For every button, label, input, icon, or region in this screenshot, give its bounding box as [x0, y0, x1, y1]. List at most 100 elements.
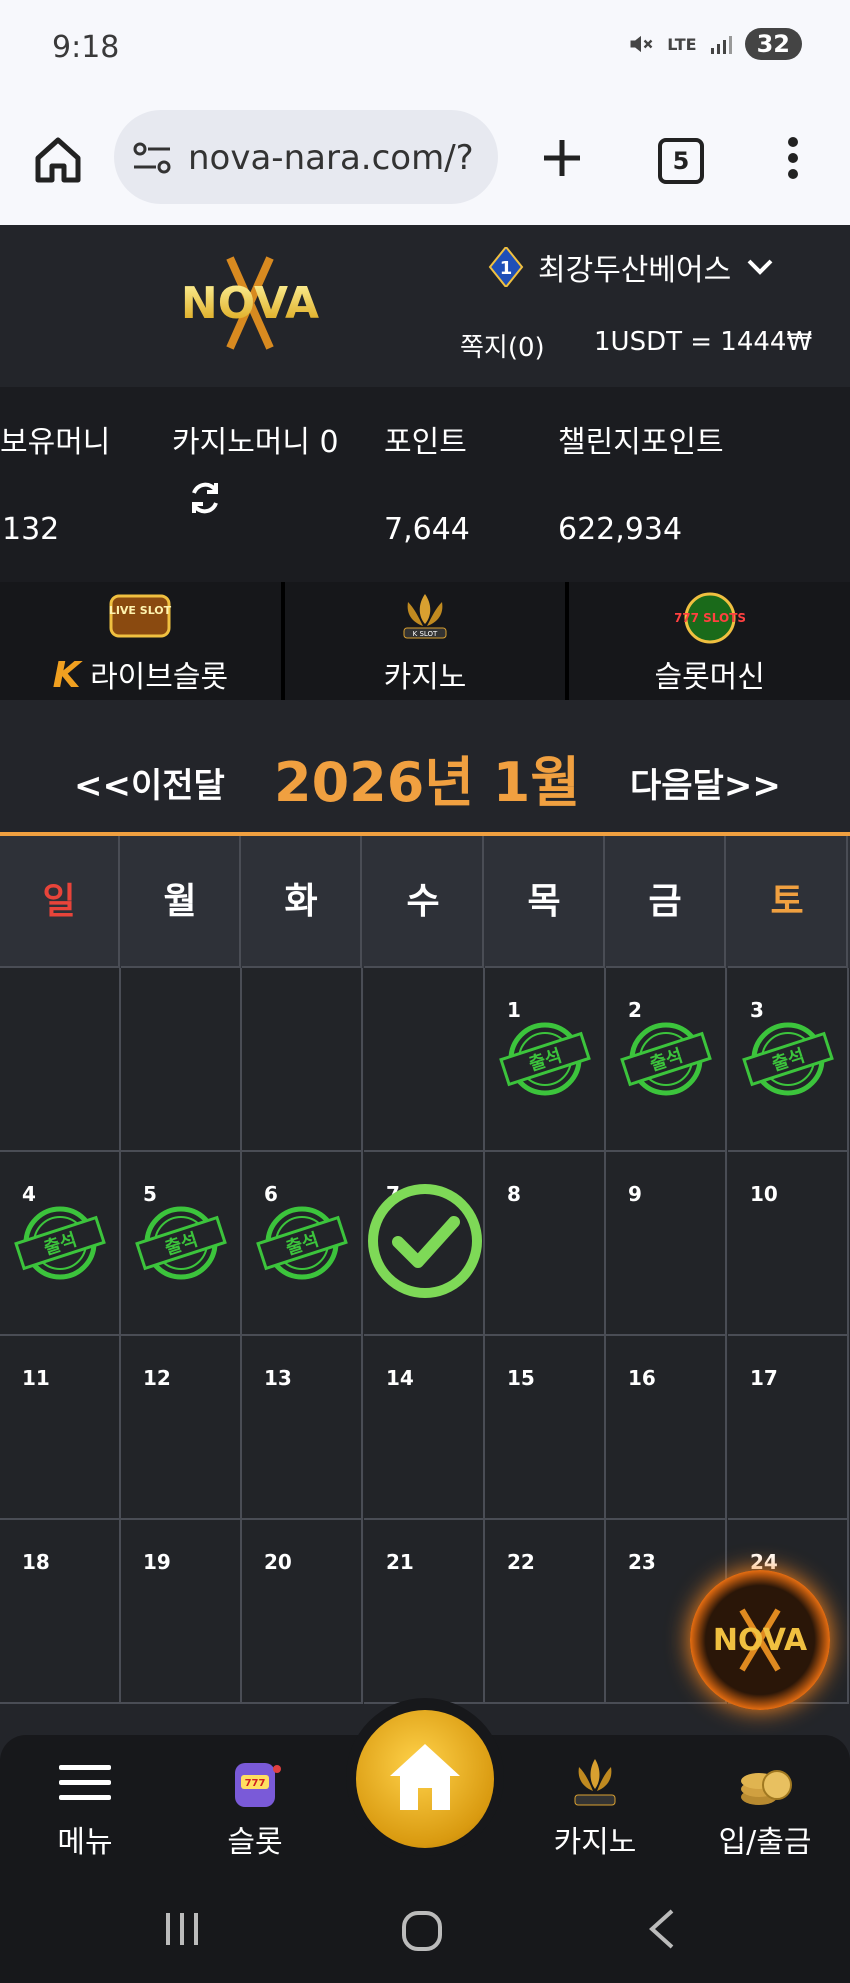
android-home-icon[interactable] — [398, 1907, 446, 1955]
calendar-day-cell[interactable]: 11 — [0, 1336, 121, 1520]
challenge-points-label: 챌린지포인트 — [558, 425, 724, 460]
tab-switcher-button[interactable]: 5 — [658, 138, 704, 184]
weekday-fri: 금 — [606, 836, 726, 968]
weekday-sun: 일 — [0, 836, 120, 968]
k-mark-icon: K — [52, 655, 81, 696]
calendar-day-cell[interactable]: 13 — [242, 1336, 363, 1520]
network-label: LTE — [667, 34, 697, 54]
live-slot-icon: LIVE SLOT — [109, 594, 172, 638]
calendar-empty-cell — [0, 968, 121, 1152]
attendance-stamp-icon: 출석 — [620, 1022, 712, 1096]
weekday-tue: 화 — [242, 836, 362, 968]
nav-slot-label: 슬롯 — [227, 1825, 283, 1860]
attendance-stamp-icon: 출석 — [14, 1206, 106, 1280]
svg-text:LIVE SLOT: LIVE SLOT — [109, 604, 172, 617]
calendar-day-cell[interactable]: 14 — [364, 1336, 485, 1520]
calendar-day-cell[interactable]: 5 출석 — [121, 1152, 242, 1336]
day-number: 8 — [507, 1182, 521, 1206]
slots-777-icon: 777 SLOTS — [675, 592, 745, 644]
nav-menu[interactable]: 메뉴 — [0, 1735, 170, 1875]
day-number: 15 — [507, 1366, 535, 1390]
tab-casino[interactable]: K SLOT 카지노 — [285, 582, 570, 700]
calendar-day-cell[interactable]: 9 — [606, 1152, 727, 1336]
back-icon[interactable] — [642, 1907, 682, 1951]
messages-link[interactable]: 쪽지(0) — [460, 327, 545, 364]
day-number: 18 — [22, 1550, 50, 1574]
casino-label: 카지노 — [383, 660, 467, 695]
nav-deposit-withdraw[interactable]: 입/출금 — [680, 1735, 850, 1875]
more-options-icon[interactable] — [776, 128, 810, 188]
weekday-sat: 토 — [728, 836, 848, 968]
address-bar[interactable]: nova-nara.com/? — [114, 110, 498, 204]
month-navigation: <<이전달 2026년 1월 다음달>> — [0, 700, 850, 836]
calendar-empty-cell — [121, 968, 242, 1152]
nav-home-button[interactable] — [356, 1710, 494, 1848]
weekday-header: 일 월 화 수 목 금 토 — [0, 836, 850, 968]
nav-casino-label: 카지노 — [553, 1825, 637, 1860]
holding-money-value: 132 — [2, 512, 60, 547]
tab-slot-machine[interactable]: 777 SLOTS 슬롯머신 — [569, 582, 850, 700]
calendar-day-cell[interactable]: 6 출석 — [242, 1152, 363, 1336]
nav-casino[interactable]: 카지노 — [510, 1735, 680, 1875]
tab-live-slot[interactable]: LIVE SLOT K 라이브슬롯 — [0, 582, 285, 700]
browser-home-icon[interactable] — [28, 130, 88, 190]
status-time: 9:18 — [52, 30, 120, 65]
calendar-day-cell[interactable]: 20 — [242, 1520, 363, 1704]
coins-icon — [741, 1770, 792, 1805]
url-text[interactable]: nova-nara.com/? — [188, 138, 474, 178]
svg-text:K SLOT: K SLOT — [413, 630, 438, 638]
calendar-day-cell[interactable]: 7 — [364, 1152, 485, 1336]
floating-nova-button[interactable]: NOVA — [690, 1570, 830, 1710]
calendar-day-cell[interactable]: 2 출석 — [606, 968, 727, 1152]
recent-apps-icon[interactable] — [160, 1907, 204, 1951]
day-number: 21 — [386, 1550, 414, 1574]
attendance-stamp-icon: 출석 — [135, 1206, 227, 1280]
calendar-day-cell[interactable]: 3 출석 — [728, 968, 849, 1152]
calendar-day-cell[interactable]: 21 — [364, 1520, 485, 1704]
day-number: 13 — [264, 1366, 292, 1390]
logo-text: NOVA — [181, 278, 319, 329]
day-number: 3 — [750, 998, 764, 1022]
day-number: 14 — [386, 1366, 414, 1390]
attendance-stamp-icon: 출석 — [742, 1022, 834, 1096]
calendar-day-cell[interactable]: 18 — [0, 1520, 121, 1704]
next-month-button[interactable]: 다음달>> — [630, 758, 781, 807]
calendar-day-cell[interactable]: 19 — [121, 1520, 242, 1704]
new-tab-icon[interactable] — [532, 128, 592, 188]
calendar-day-cell[interactable]: 4 출석 — [0, 1152, 121, 1336]
current-month: 2026년 1월 — [274, 751, 581, 814]
day-number: 23 — [628, 1550, 656, 1574]
nav-slot[interactable]: 777 슬롯 — [170, 1735, 340, 1875]
svg-text:1: 1 — [500, 258, 513, 279]
calendar-day-cell[interactable]: 12 — [121, 1336, 242, 1520]
refresh-icon[interactable] — [186, 479, 224, 517]
site-settings-icon[interactable] — [132, 140, 172, 176]
username[interactable]: 최강두산베어스 — [538, 245, 731, 289]
user-dropdown[interactable]: 1 최강두산베어스 — [488, 245, 775, 289]
home-icon — [390, 1744, 460, 1810]
nav-menu-label: 메뉴 — [57, 1825, 113, 1860]
svg-text:777 SLOTS: 777 SLOTS — [675, 611, 745, 625]
chevron-down-icon[interactable] — [745, 257, 775, 277]
calendar-day-cell[interactable]: 17 — [728, 1336, 849, 1520]
calendar-day-cell[interactable]: 8 — [485, 1152, 606, 1336]
calendar-day-cell[interactable]: 15 — [485, 1336, 606, 1520]
slot-machine-label: 슬롯머신 — [654, 660, 765, 695]
challenge-points-value: 622,934 — [558, 512, 683, 547]
casino-lotus-icon: K SLOT — [403, 594, 447, 639]
game-category-tabs: LIVE SLOT K 라이브슬롯 K SLOT 카지노 777 SLOTS 슬… — [0, 582, 850, 700]
calendar-day-cell[interactable]: 22 — [485, 1520, 606, 1704]
day-number: 17 — [750, 1366, 778, 1390]
calendar-day-cell[interactable]: 10 — [728, 1152, 849, 1336]
day-number: 4 — [22, 1182, 36, 1206]
attendance-stamp-icon: 출석 — [256, 1206, 348, 1280]
prev-month-button[interactable]: <<이전달 — [74, 758, 225, 807]
weekday-wed: 수 — [364, 836, 484, 968]
nova-logo[interactable]: NOVA — [150, 253, 350, 353]
holding-money-label: 보유머니 — [0, 425, 111, 460]
signal-icon — [710, 36, 732, 54]
calendar-day-cell[interactable]: 16 — [606, 1336, 727, 1520]
live-slot-label: 라이브슬롯 — [90, 660, 229, 695]
calendar-day-cell[interactable]: 1 출석 — [485, 968, 606, 1152]
calendar-empty-cell — [364, 968, 485, 1152]
